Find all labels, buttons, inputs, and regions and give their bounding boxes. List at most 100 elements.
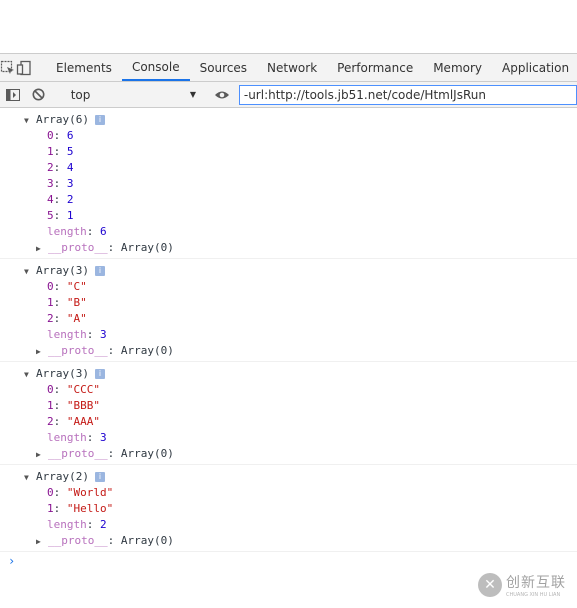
array-item-separator: :	[53, 502, 67, 515]
collapsed-triangle-icon[interactable]: ▶	[36, 344, 48, 360]
array-length: length: 3	[0, 430, 577, 446]
array-item-index: 4	[47, 193, 54, 206]
length-value: 3	[100, 328, 107, 341]
array-item-value: "C"	[66, 280, 87, 293]
proto-separator: :	[107, 344, 121, 357]
tab-sources[interactable]: Sources	[190, 54, 257, 81]
proto-value: Array(0)	[120, 447, 174, 460]
array-item-separator: :	[53, 415, 67, 428]
tab-console[interactable]: Console	[121, 54, 190, 81]
proto-key: __proto__	[48, 534, 108, 547]
length-key: length	[47, 328, 87, 341]
context-select[interactable]: top ▼	[67, 85, 200, 105]
array-item: 2: "A"	[0, 311, 577, 327]
array-item-separator: :	[53, 399, 67, 412]
array-item: 2: 4	[0, 160, 577, 176]
watermark-cn: 创新互联	[506, 575, 566, 591]
console-message: ▼ Array(3) i 0: "CCC" 1: "BBB" 2: "AAA" length…	[0, 362, 577, 465]
expand-triangle-icon[interactable]: ▼	[24, 470, 36, 486]
device-toolbar-icon[interactable]	[16, 54, 32, 81]
array-header[interactable]: ▼ Array(2) i	[0, 469, 577, 485]
array-item: 1: "B"	[0, 295, 577, 311]
tab-application[interactable]: Application	[492, 54, 577, 81]
inspect-element-icon[interactable]	[0, 54, 16, 81]
array-length: length: 2	[0, 517, 577, 533]
array-item-index: 1	[47, 145, 54, 158]
array-item-separator: :	[53, 383, 67, 396]
tab-elements[interactable]: Elements	[46, 54, 122, 81]
array-item: 0: "World"	[0, 485, 577, 501]
array-item-index: 0	[47, 486, 54, 499]
proto-row[interactable]: ▶ __proto__: Array(0)	[0, 240, 577, 256]
devtools-tabbar: Elements Console Sources Network Performance…	[0, 53, 577, 82]
length-key: length	[47, 225, 87, 238]
watermark-logo: ✕ 创新互联 CHUANG XIN HU LIAN	[478, 566, 577, 604]
array-header-label: Array(3)	[36, 264, 89, 277]
console-message: ▼ Array(3) i 0: "C" 1: "B" 2: "A" length: 3 ▶ __…	[0, 259, 577, 362]
eye-icon[interactable]	[209, 81, 235, 108]
info-badge-icon[interactable]: i	[94, 369, 105, 379]
proto-value: Array(0)	[120, 534, 174, 547]
length-separator: :	[86, 518, 100, 531]
length-key: length	[47, 431, 87, 444]
array-item-value: "World"	[66, 486, 114, 499]
array-item-value: 3	[66, 177, 74, 190]
clear-console-icon[interactable]	[26, 81, 52, 108]
array-item-separator: :	[53, 486, 67, 499]
info-badge-icon[interactable]: i	[94, 266, 105, 276]
info-badge-icon[interactable]: i	[94, 115, 105, 125]
expand-triangle-icon[interactable]: ▼	[24, 113, 36, 129]
array-item: 0: "C"	[0, 279, 577, 295]
array-item-separator: :	[53, 312, 67, 325]
array-item: 0: 6	[0, 128, 577, 144]
console-message: ▼ Array(6) i 0: 6 1: 5 2: 4 3: 3 4: 2 5: 1 length…	[0, 108, 577, 259]
sidebar-toggle-icon[interactable]	[0, 81, 26, 108]
expand-triangle-icon[interactable]: ▼	[24, 367, 36, 383]
console-message: ▼ Array(2) i 0: "World" 1: "Hello" length: 2 ▶…	[0, 465, 577, 552]
array-item: 1: 5	[0, 144, 577, 160]
array-item-index: 1	[47, 502, 54, 515]
array-item-separator: :	[53, 209, 67, 222]
array-item: 1: "Hello"	[0, 501, 577, 517]
context-select-value: top	[70, 87, 91, 102]
array-item-value: 5	[66, 145, 74, 158]
proto-row[interactable]: ▶ __proto__: Array(0)	[0, 446, 577, 462]
array-item-value: "CCC"	[66, 383, 100, 396]
array-item-index: 5	[47, 209, 54, 222]
tab-memory[interactable]: Memory	[423, 54, 492, 81]
array-length: length: 6	[0, 224, 577, 240]
array-item-value: "AAA"	[66, 415, 100, 428]
proto-row[interactable]: ▶ __proto__: Array(0)	[0, 533, 577, 549]
array-header[interactable]: ▼ Array(6) i	[0, 112, 577, 128]
array-item: 3: 3	[0, 176, 577, 192]
watermark-logo-icon: ✕	[478, 573, 502, 597]
array-item-value: 1	[66, 209, 74, 222]
info-badge-icon[interactable]: i	[94, 472, 105, 482]
collapsed-triangle-icon[interactable]: ▶	[36, 241, 48, 257]
expand-triangle-icon[interactable]: ▼	[24, 264, 36, 280]
array-item-index: 2	[47, 415, 54, 428]
tab-network[interactable]: Network	[257, 54, 327, 81]
tab-performance[interactable]: Performance	[327, 54, 423, 81]
collapsed-triangle-icon[interactable]: ▶	[36, 534, 48, 550]
console-filter-input[interactable]	[238, 84, 577, 105]
array-item-separator: :	[53, 280, 67, 293]
array-header[interactable]: ▼ Array(3) i	[0, 263, 577, 279]
proto-value: Array(0)	[120, 241, 174, 254]
proto-row[interactable]: ▶ __proto__: Array(0)	[0, 343, 577, 359]
length-separator: :	[86, 431, 100, 444]
console-output: ▼ Array(6) i 0: 6 1: 5 2: 4 3: 3 4: 2 5: 1 length…	[0, 108, 577, 570]
array-item-separator: :	[53, 177, 67, 190]
array-item-index: 0	[47, 129, 54, 142]
array-item-value: "Hello"	[66, 502, 114, 515]
length-value: 2	[100, 518, 107, 531]
console-toolbar: top ▼	[0, 82, 577, 108]
collapsed-triangle-icon[interactable]: ▶	[36, 447, 48, 463]
array-item-index: 0	[47, 383, 54, 396]
length-separator: :	[86, 328, 100, 341]
array-item: 1: "BBB"	[0, 398, 577, 414]
array-header[interactable]: ▼ Array(3) i	[0, 366, 577, 382]
array-header-label: Array(2)	[36, 470, 89, 483]
array-item: 5: 1	[0, 208, 577, 224]
array-item-index: 0	[47, 280, 54, 293]
